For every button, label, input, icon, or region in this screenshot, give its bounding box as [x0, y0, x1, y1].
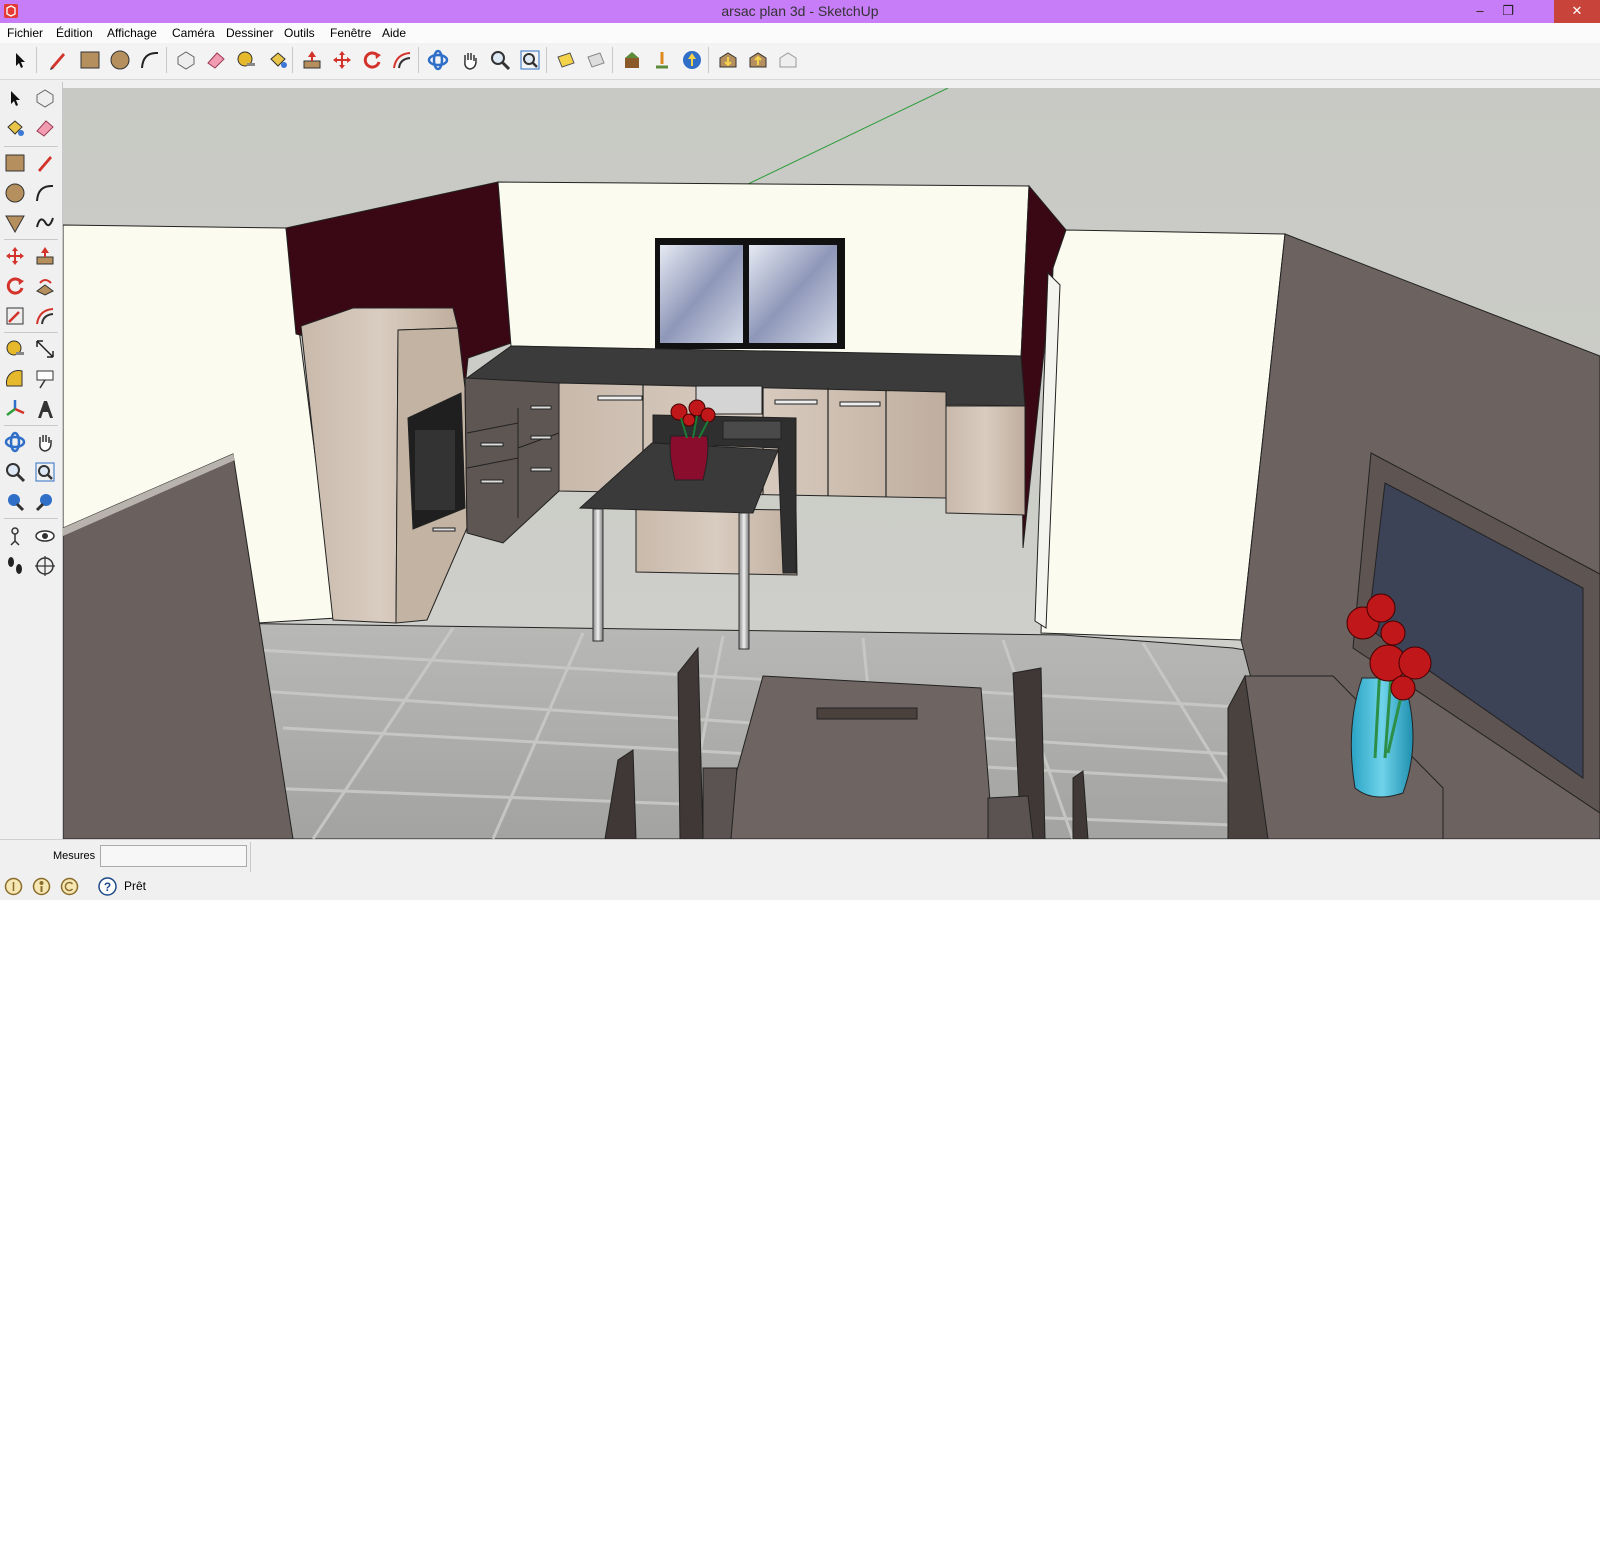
credits-icon[interactable]	[32, 877, 51, 896]
offset-icon[interactable]	[31, 302, 59, 330]
menu-fichier[interactable]: Fichier	[7, 26, 43, 40]
axes-icon[interactable]	[1, 395, 29, 423]
warehouse-get-icon[interactable]	[714, 46, 742, 74]
tape-measure-icon[interactable]	[1, 335, 29, 363]
eraser-icon[interactable]	[31, 114, 59, 142]
push-pull-icon[interactable]	[31, 242, 59, 270]
paint-bucket-icon[interactable]	[1, 114, 29, 142]
close-button[interactable]: ✕	[1554, 0, 1600, 23]
toolbar-separator	[708, 47, 709, 73]
orbit-icon[interactable]	[424, 46, 452, 74]
zoom-icon[interactable]	[1, 458, 29, 486]
toolbar-separator	[4, 518, 58, 519]
left-toolbar	[0, 82, 63, 839]
position-camera-icon[interactable]	[1, 522, 29, 550]
make-component-icon[interactable]	[172, 46, 200, 74]
window-title: arsac plan 3d - SketchUp	[721, 3, 879, 19]
pan-icon[interactable]	[456, 46, 484, 74]
previous-view-icon[interactable]	[552, 46, 580, 74]
menu-dessiner[interactable]: Dessiner	[226, 26, 273, 40]
menu-outils[interactable]: Outils	[284, 26, 315, 40]
scale-icon[interactable]	[1, 302, 29, 330]
pencil-icon[interactable]	[44, 46, 72, 74]
3d-text-icon[interactable]	[31, 395, 59, 423]
follow-me-icon[interactable]	[31, 272, 59, 300]
copyright-icon[interactable]	[60, 877, 79, 896]
toolbar-separator	[166, 47, 167, 73]
next-view-icon[interactable]	[582, 46, 610, 74]
walk-icon[interactable]	[1, 552, 29, 580]
kitchen-3d-scene	[63, 88, 1600, 839]
model-viewport[interactable]	[63, 88, 1600, 839]
svg-text:?: ?	[104, 880, 111, 894]
menu-aide[interactable]: Aide	[382, 26, 406, 40]
get-models-icon[interactable]	[618, 46, 646, 74]
pan-icon[interactable]	[31, 428, 59, 456]
rotate-icon[interactable]	[358, 46, 386, 74]
eraser-icon[interactable]	[202, 46, 230, 74]
look-around-icon[interactable]	[31, 522, 59, 550]
toolbar-separator	[612, 47, 613, 73]
arc-icon[interactable]	[31, 179, 59, 207]
toolbar-separator	[4, 425, 58, 426]
geo-location-icon[interactable]	[4, 877, 23, 896]
toolbar-separator	[4, 332, 58, 333]
warehouse-share-icon[interactable]	[744, 46, 772, 74]
minimize-button[interactable]: –	[1466, 0, 1494, 23]
select-icon[interactable]	[6, 46, 34, 74]
polygon-icon[interactable]	[1, 209, 29, 237]
toolbar-separator	[4, 239, 58, 240]
make-component-icon[interactable]	[31, 84, 59, 112]
sketchup-window: arsac plan 3d - SketchUp – ❐ ✕ Fichier É…	[0, 0, 1600, 900]
rotate-icon[interactable]	[1, 272, 29, 300]
zoom-icon[interactable]	[486, 46, 514, 74]
toolbar-separator	[292, 47, 293, 73]
dimension-icon[interactable]	[31, 335, 59, 363]
status-divider	[250, 842, 251, 872]
measurements-bar: Mesures	[0, 839, 1600, 873]
rectangle-icon[interactable]	[76, 46, 104, 74]
zoom-window-icon[interactable]	[31, 458, 59, 486]
help-icon[interactable]: ?	[98, 877, 117, 896]
previous-icon[interactable]	[1, 488, 29, 516]
push-pull-icon[interactable]	[298, 46, 326, 74]
google-earth-icon[interactable]	[678, 46, 706, 74]
menu-fenetre[interactable]: Fenêtre	[330, 26, 371, 40]
offset-icon[interactable]	[388, 46, 416, 74]
toolbar-separator	[4, 146, 58, 147]
tape-measure-icon[interactable]	[232, 46, 260, 74]
menu-edition[interactable]: Édition	[56, 26, 93, 40]
status-text: Prêt	[124, 879, 147, 893]
menu-camera[interactable]: Caméra	[172, 26, 215, 40]
title-bar: arsac plan 3d - SketchUp – ❐ ✕	[0, 0, 1600, 23]
restore-button[interactable]: ❐	[1494, 0, 1522, 23]
menu-affichage[interactable]: Affichage	[107, 26, 157, 40]
arc-icon[interactable]	[136, 46, 164, 74]
move-icon[interactable]	[1, 242, 29, 270]
circle-icon[interactable]	[106, 46, 134, 74]
measures-input[interactable]	[100, 845, 247, 867]
menu-bar: Fichier Édition Affichage Caméra Dessine…	[0, 23, 1600, 43]
extension-icon[interactable]	[774, 46, 802, 74]
toolbar-separator	[546, 47, 547, 73]
freehand-icon[interactable]	[31, 209, 59, 237]
rectangle-icon[interactable]	[1, 149, 29, 177]
select-icon[interactable]	[1, 84, 29, 112]
status-bar: ? Prêt	[0, 872, 1600, 900]
main-toolbar	[0, 43, 1600, 80]
toolbar-separator	[418, 47, 419, 73]
toolbar-separator	[36, 47, 37, 73]
section-plane-icon[interactable]	[31, 552, 59, 580]
paint-bucket-icon[interactable]	[264, 46, 292, 74]
zoom-extents-icon[interactable]	[516, 46, 544, 74]
next-icon[interactable]	[31, 488, 59, 516]
move-icon[interactable]	[328, 46, 356, 74]
text-icon[interactable]	[31, 365, 59, 393]
measures-label: Mesures	[53, 850, 96, 862]
protractor-icon[interactable]	[1, 365, 29, 393]
circle-icon[interactable]	[1, 179, 29, 207]
share-model-icon[interactable]	[648, 46, 676, 74]
orbit-icon[interactable]	[1, 428, 29, 456]
line-icon[interactable]	[31, 149, 59, 177]
